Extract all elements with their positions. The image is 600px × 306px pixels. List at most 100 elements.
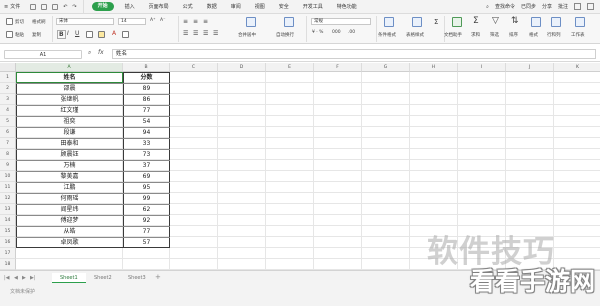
align-right-icon[interactable]: ☰ (203, 30, 208, 37)
name-cell[interactable]: 傅迎梦 (16, 215, 123, 226)
sheet-tab[interactable]: Sheet1 (52, 273, 86, 283)
row-header[interactable]: 16 (0, 237, 16, 248)
filter-icon[interactable]: ▽ (492, 16, 499, 26)
name-cell[interactable]: 段谦 (16, 127, 123, 138)
score-cell[interactable]: 69 (123, 171, 170, 182)
column-header[interactable]: B (123, 63, 170, 72)
font-size-select[interactable]: 14 (118, 18, 146, 25)
comment-button[interactable]: 批注 (558, 3, 568, 10)
row-header[interactable]: 11 (0, 182, 16, 193)
row-header[interactable]: 8 (0, 149, 16, 160)
row-header[interactable]: 5 (0, 116, 16, 127)
name-box[interactable]: A1 (4, 50, 82, 59)
format-icon[interactable] (531, 17, 541, 27)
sheet-tab[interactable]: Sheet3 (120, 273, 154, 283)
fx-icon[interactable]: fx (98, 49, 104, 56)
column-header[interactable]: J (506, 63, 554, 72)
doc-helper-button[interactable]: 文档助手 (444, 32, 462, 38)
tab-9[interactable]: 特色功能 (330, 0, 364, 14)
score-cell[interactable]: 57 (123, 237, 170, 248)
score-cell[interactable]: 62 (123, 204, 170, 215)
last-sheet-icon[interactable]: ▶| (30, 275, 36, 281)
tab-1[interactable]: 插入 (118, 0, 142, 14)
row-header[interactable]: 14 (0, 215, 16, 226)
score-cell[interactable]: 73 (123, 149, 170, 160)
tab-4[interactable]: 数据 (200, 0, 224, 14)
name-cell[interactable]: 田泰和 (16, 138, 123, 149)
doc-helper-icon[interactable] (452, 17, 462, 27)
column-header[interactable]: I (458, 63, 506, 72)
search-icon[interactable]: ⌕ (486, 4, 489, 10)
select-all-corner[interactable] (0, 63, 16, 72)
score-cell[interactable]: 89 (123, 83, 170, 94)
table-style-icon[interactable] (412, 17, 422, 27)
row-header[interactable]: 12 (0, 193, 16, 204)
header-cell-score[interactable]: 分数 (123, 72, 170, 83)
row-header[interactable]: 3 (0, 94, 16, 105)
redo-icon[interactable]: ↷ (72, 4, 76, 10)
worksheet-button[interactable]: 工作表 (571, 32, 585, 38)
search-command-label[interactable]: 查找命令 (495, 3, 515, 10)
sync-status[interactable]: 已同步 (521, 3, 536, 10)
row-header[interactable]: 4 (0, 105, 16, 116)
align-middle-icon[interactable]: ≡ (193, 18, 198, 25)
name-cell[interactable]: 卓凤歌 (16, 237, 123, 248)
merge-center-button[interactable]: 合并居中 (238, 32, 256, 38)
sum-button[interactable]: 求和 (471, 32, 480, 38)
align-bottom-icon[interactable]: ≡ (203, 18, 208, 25)
column-header[interactable]: A (16, 63, 123, 72)
wrap-text-icon[interactable] (284, 17, 294, 27)
row-col-icon[interactable] (551, 17, 561, 27)
sort-icon[interactable]: ⇅ (511, 16, 519, 26)
tab-0[interactable]: 开始 (91, 2, 114, 11)
thousands-icon[interactable]: 000 (332, 30, 341, 35)
column-header[interactable]: C (170, 63, 218, 72)
align-center-icon[interactable]: ☰ (193, 30, 198, 37)
row-header[interactable]: 15 (0, 226, 16, 237)
tab-8[interactable]: 开发工具 (296, 0, 330, 14)
header-cell-name[interactable]: 姓名 (16, 72, 123, 83)
format-button[interactable]: 格式 (529, 32, 538, 38)
conditional-format-button[interactable]: 条件格式 (378, 32, 396, 38)
cut-icon[interactable] (6, 18, 13, 25)
share-button[interactable]: 分享 (542, 3, 552, 10)
name-cell[interactable]: 从皓 (16, 226, 123, 237)
border-icon[interactable] (86, 31, 93, 38)
zoom-icon[interactable]: ⌕ (88, 49, 91, 57)
column-header[interactable]: K (554, 63, 600, 72)
underline-button[interactable]: U (75, 30, 79, 37)
name-cell[interactable]: 万楠 (16, 160, 123, 171)
align-left-icon[interactable]: ☰ (183, 30, 188, 37)
name-cell[interactable]: 黎美嘉 (16, 171, 123, 182)
undo-icon[interactable]: ↶ (63, 4, 67, 10)
paste-button[interactable]: 粘贴 (15, 32, 24, 38)
row-header[interactable]: 9 (0, 160, 16, 171)
name-cell[interactable]: 何雨瑶 (16, 193, 123, 204)
add-sheet-button[interactable]: + (155, 273, 161, 281)
fill-color-icon[interactable] (98, 31, 105, 38)
column-header[interactable]: D (218, 63, 266, 72)
worksheet-icon[interactable] (575, 17, 585, 27)
justify-icon[interactable]: ☰ (213, 30, 218, 37)
minimize-icon[interactable] (574, 3, 581, 10)
row-header[interactable]: 1 (0, 72, 16, 83)
score-cell[interactable]: 94 (123, 127, 170, 138)
close-icon[interactable] (587, 3, 594, 10)
row-header[interactable]: 7 (0, 138, 16, 149)
preview-icon[interactable] (52, 3, 59, 10)
merge-center-icon[interactable] (246, 17, 256, 27)
score-cell[interactable]: 77 (123, 105, 170, 116)
row-header[interactable]: 17 (0, 248, 16, 259)
tab-7[interactable]: 安全 (272, 0, 296, 14)
name-cell[interactable]: 祖奕 (16, 116, 123, 127)
row-header[interactable]: 10 (0, 171, 16, 182)
decimal-icon[interactable]: .00 (348, 30, 355, 35)
score-cell[interactable]: 54 (123, 116, 170, 127)
tab-2[interactable]: 页面布局 (142, 0, 176, 14)
print-icon[interactable] (41, 3, 48, 10)
name-cell[interactable]: 红文瑾 (16, 105, 123, 116)
file-menu[interactable]: ≡ 文件 (0, 0, 24, 14)
bold-button[interactable]: B (57, 30, 66, 39)
sort-button[interactable]: 排序 (509, 32, 518, 38)
table-style-button[interactable]: 表格样式 (406, 32, 424, 38)
